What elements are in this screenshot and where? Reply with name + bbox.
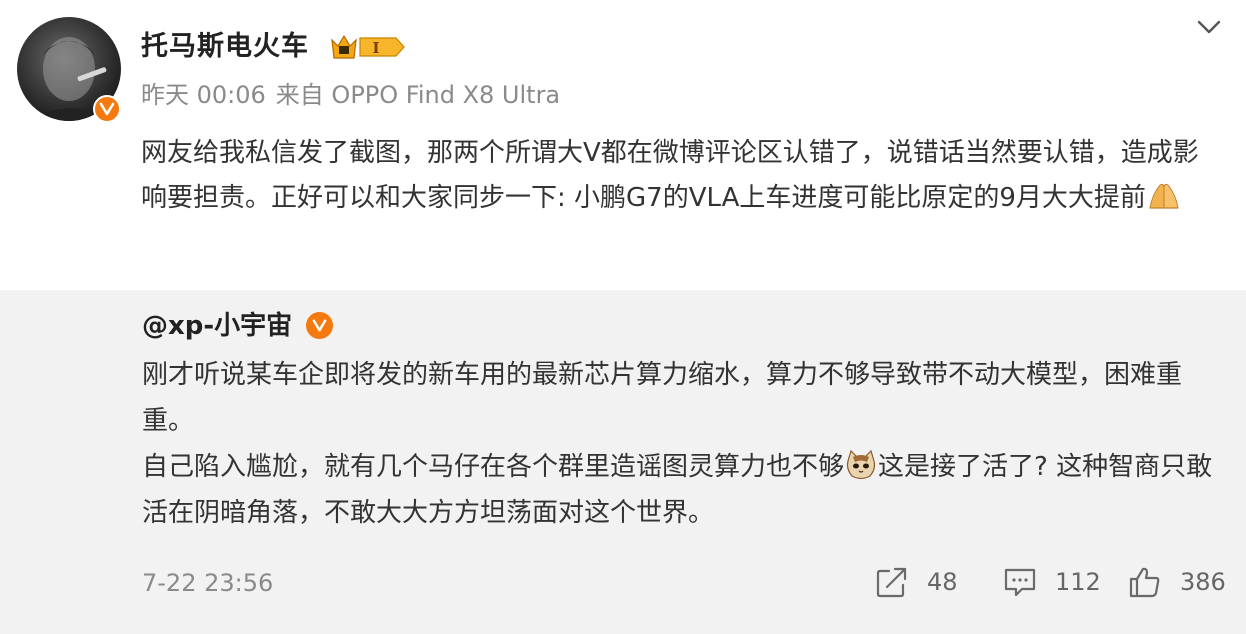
member-level-badge-icon[interactable]: I: [330, 32, 406, 62]
thumbs-up-icon: [1129, 567, 1160, 598]
verified-badge-icon: [306, 312, 333, 339]
repost-body: 刚才听说某车企即将发的新车用的最新芯片算力缩水，算力不够导致带不动大模型，困难重…: [142, 352, 1227, 536]
post-text: 网友给我私信发了截图，那两个所谓大V都在微博评论区认错了，说错话当然要认错，造成…: [141, 138, 1199, 213]
like-count: 386: [1180, 568, 1226, 596]
repost-username[interactable]: @xp-小宇宙: [142, 308, 292, 344]
repost-count: 48: [927, 568, 958, 596]
repost-button[interactable]: 48: [875, 564, 958, 600]
praying-hands-emoji-icon: [1146, 181, 1182, 211]
like-button[interactable]: 386: [1128, 564, 1226, 600]
comment-button[interactable]: 112: [1003, 564, 1101, 600]
repost-paragraph-2: 自己陷入尴尬，就有几个马仔在各个群里造谣图灵算力也不够 这是接了活了? 这种智商…: [142, 444, 1227, 536]
comment-icon: [1004, 568, 1036, 597]
svg-text:I: I: [372, 39, 379, 57]
chevron-down-icon[interactable]: [1196, 14, 1222, 40]
post-username[interactable]: 托马斯电火车: [141, 28, 309, 66]
comment-count: 112: [1055, 568, 1101, 596]
post-source[interactable]: 来自 OPPO Find X8 Ultra: [276, 81, 560, 109]
share-icon: [876, 567, 907, 598]
verified-badge-icon: [93, 95, 121, 123]
repost-paragraph-1: 刚才听说某车企即将发的新车用的最新芯片算力缩水，算力不够导致带不动大模型，困难重…: [142, 360, 1183, 436]
repost-date: 7-22 23:56: [142, 569, 274, 597]
cat-emoji-icon: [844, 449, 878, 481]
post-time: 昨天 00:06: [141, 81, 266, 109]
weibo-post: 托马斯电火车 I 昨天 00:06 来自 OPPO Find X8 Ultra 网…: [0, 0, 1246, 290]
post-body: 网友给我私信发了截图，那两个所谓大V都在微博评论区认错了，说错话当然要认错，造成…: [141, 131, 1211, 221]
reposted-card[interactable]: @xp-小宇宙 刚才听说某车企即将发的新车用的最新芯片算力缩水，算力不够导致带不…: [0, 290, 1246, 634]
post-meta: 昨天 00:06 来自 OPPO Find X8 Ultra: [141, 78, 570, 112]
repost-text-before-emoji: 自己陷入尴尬，就有几个马仔在各个群里造谣图灵算力也不够: [142, 452, 845, 482]
